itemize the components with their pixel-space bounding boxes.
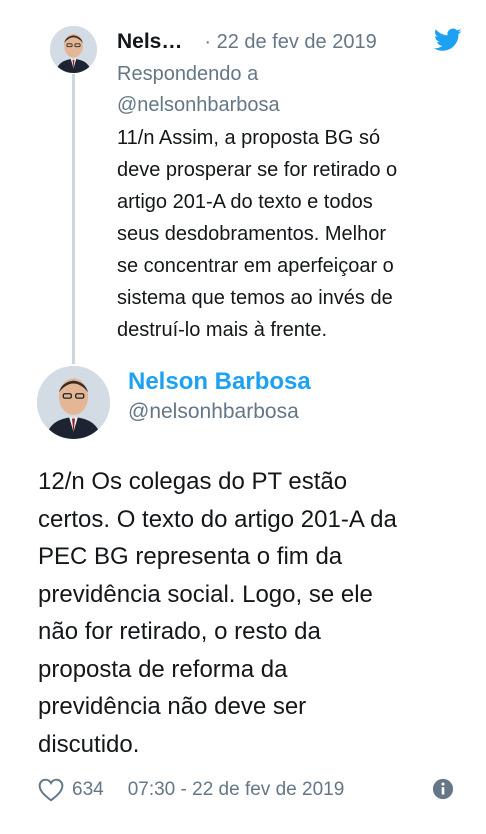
- main-author-avatar[interactable]: [37, 366, 110, 439]
- reply-author-name[interactable]: Nels…: [117, 30, 182, 54]
- thread-connector-line: [72, 74, 75, 364]
- twitter-bird-icon[interactable]: [434, 28, 462, 52]
- main-author-handle[interactable]: @nelsonhbarbosa: [128, 400, 299, 424]
- info-icon[interactable]: [432, 778, 454, 800]
- heart-icon[interactable]: [38, 778, 64, 802]
- reply-header: Nels… · 22 de fev de 2019: [117, 27, 462, 57]
- replying-to-label: Respondendo a: [117, 63, 259, 85]
- avatar-portrait: [50, 26, 97, 73]
- reply-date[interactable]: · 22 de fev de 2019: [204, 31, 376, 54]
- avatar-portrait: [37, 366, 110, 439]
- tweet-timestamp[interactable]: 07:30 - 22 de fev de 2019: [128, 779, 345, 801]
- reply-author-avatar[interactable]: [50, 26, 97, 73]
- tweet-footer: 634 07:30 - 22 de fev de 2019: [38, 775, 454, 805]
- reply-tweet-text: 11/n Assim, a proposta BG só deve prospe…: [117, 127, 398, 341]
- replying-to: Respondendo a @nelsonhbarbosa: [117, 59, 280, 121]
- replying-to-handle[interactable]: @nelsonhbarbosa: [117, 90, 280, 121]
- main-tweet-text: 12/n Os colegas do PT estão certos. O te…: [38, 468, 397, 758]
- main-author-name[interactable]: Nelson Barbosa: [128, 368, 311, 396]
- like-count[interactable]: 634: [72, 779, 104, 801]
